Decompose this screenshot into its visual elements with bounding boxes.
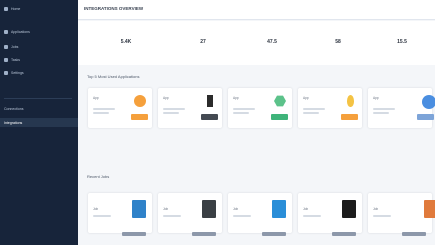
- terminal-icon: [207, 95, 213, 107]
- job-name: Job: [373, 207, 379, 211]
- stat-value: 5.4K: [120, 39, 132, 45]
- section-title-top-apps: Top 5 Most Used Applications: [87, 74, 140, 79]
- home-icon: [4, 6, 8, 11]
- sidebar: Home Applications Jobs Tasks Settings Co…: [0, 0, 78, 245]
- app-desc-line: [233, 108, 255, 110]
- job-name: Job: [163, 207, 169, 211]
- job-footer: [88, 232, 152, 236]
- job-card[interactable]: Job: [228, 193, 292, 236]
- job-footer: [298, 232, 362, 236]
- job-desc-line: [163, 215, 181, 217]
- sidebar-item-label: Home: [11, 6, 21, 11]
- sidebar-item-label: Integrations: [4, 120, 23, 125]
- app-desc-line: [303, 112, 319, 114]
- blue-thumbnail-icon: [272, 200, 286, 218]
- black-thumbnail-icon: [342, 200, 356, 218]
- sidebar-item-tasks[interactable]: Tasks: [4, 55, 20, 64]
- green-hexagon-icon: [274, 95, 286, 107]
- sidebar-item-label: Settings: [11, 70, 24, 75]
- sidebar-item-label: Tasks: [11, 57, 20, 62]
- job-footer: [158, 232, 222, 236]
- orange-thumbnail-icon: [424, 200, 435, 218]
- app-name: App: [373, 96, 379, 100]
- stat-value: 47.5: [267, 39, 277, 45]
- job-footer: [368, 232, 432, 236]
- sidebar-item-connections[interactable]: Connections: [4, 104, 23, 113]
- stat-value: 15.5: [397, 39, 407, 45]
- blue-circle-icon: [422, 95, 435, 109]
- sidebar-divider: [4, 98, 72, 99]
- blue-thumbnail-icon: [132, 200, 146, 218]
- sidebar-item-integrations[interactable]: Integrations: [0, 118, 78, 127]
- app-card[interactable]: App: [228, 88, 292, 128]
- app-desc-line: [93, 108, 115, 110]
- job-card[interactable]: Job: [298, 193, 362, 236]
- app-desc-line: [163, 108, 185, 110]
- app-desc-line: [233, 112, 249, 114]
- status-badge: [417, 114, 434, 120]
- page-title: INTEGRATIONS OVERVIEW: [84, 6, 144, 11]
- job-name: Job: [303, 207, 309, 211]
- app-card[interactable]: App: [88, 88, 152, 128]
- job-name: Job: [233, 207, 239, 211]
- job-desc-line: [233, 215, 251, 217]
- app-name: App: [303, 96, 309, 100]
- app-desc-line: [303, 108, 325, 110]
- status-badge: [341, 114, 358, 120]
- section-title-recent-jobs: Recent Jobs: [87, 174, 110, 179]
- stat-value: 27: [200, 39, 206, 45]
- job-desc-line: [303, 215, 321, 217]
- sidebar-item-jobs[interactable]: Jobs: [4, 42, 18, 51]
- sidebar-item-label: Applications: [11, 29, 30, 34]
- sidebar-item-applications[interactable]: Applications: [4, 27, 30, 36]
- app-name: App: [163, 96, 169, 100]
- dark-thumbnail-icon: [202, 200, 216, 218]
- job-card[interactable]: Job: [158, 193, 222, 236]
- tasks-icon: [4, 57, 8, 62]
- job-desc-line: [93, 215, 111, 217]
- apps-icon: [4, 29, 8, 34]
- header: INTEGRATIONS OVERVIEW: [78, 0, 435, 20]
- app-desc-line: [373, 112, 389, 114]
- sidebar-item-home[interactable]: Home: [4, 4, 20, 13]
- job-desc-line: [373, 215, 391, 217]
- app-card[interactable]: App: [158, 88, 222, 128]
- job-name: Job: [93, 207, 99, 211]
- sidebar-item-label: Jobs: [11, 44, 19, 49]
- yellow-drop-icon: [347, 95, 354, 107]
- jobs-icon: [4, 44, 8, 49]
- app-card[interactable]: App: [298, 88, 362, 128]
- job-card[interactable]: Job: [88, 193, 152, 236]
- status-badge: [131, 114, 148, 120]
- app-desc-line: [93, 112, 109, 114]
- app-name: App: [233, 96, 239, 100]
- job-card[interactable]: Job: [368, 193, 435, 236]
- app-desc-line: [373, 108, 395, 110]
- app-card[interactable]: App: [368, 88, 435, 128]
- status-badge: [271, 114, 288, 120]
- orange-circle-icon: [134, 95, 146, 107]
- sidebar-item-settings[interactable]: Settings: [4, 68, 24, 77]
- stats-bar: 5.4K 27 47.5 58 15.5: [78, 21, 435, 65]
- app-name: App: [93, 96, 99, 100]
- app-desc-line: [163, 112, 179, 114]
- sidebar-item-label: Connections: [4, 106, 24, 111]
- status-badge: [201, 114, 218, 120]
- main-content: INTEGRATIONS OVERVIEW 5.4K 27 47.5 58 15…: [78, 0, 435, 245]
- job-footer: [228, 232, 292, 236]
- settings-icon: [4, 70, 8, 75]
- stat-value: 58: [335, 39, 341, 45]
